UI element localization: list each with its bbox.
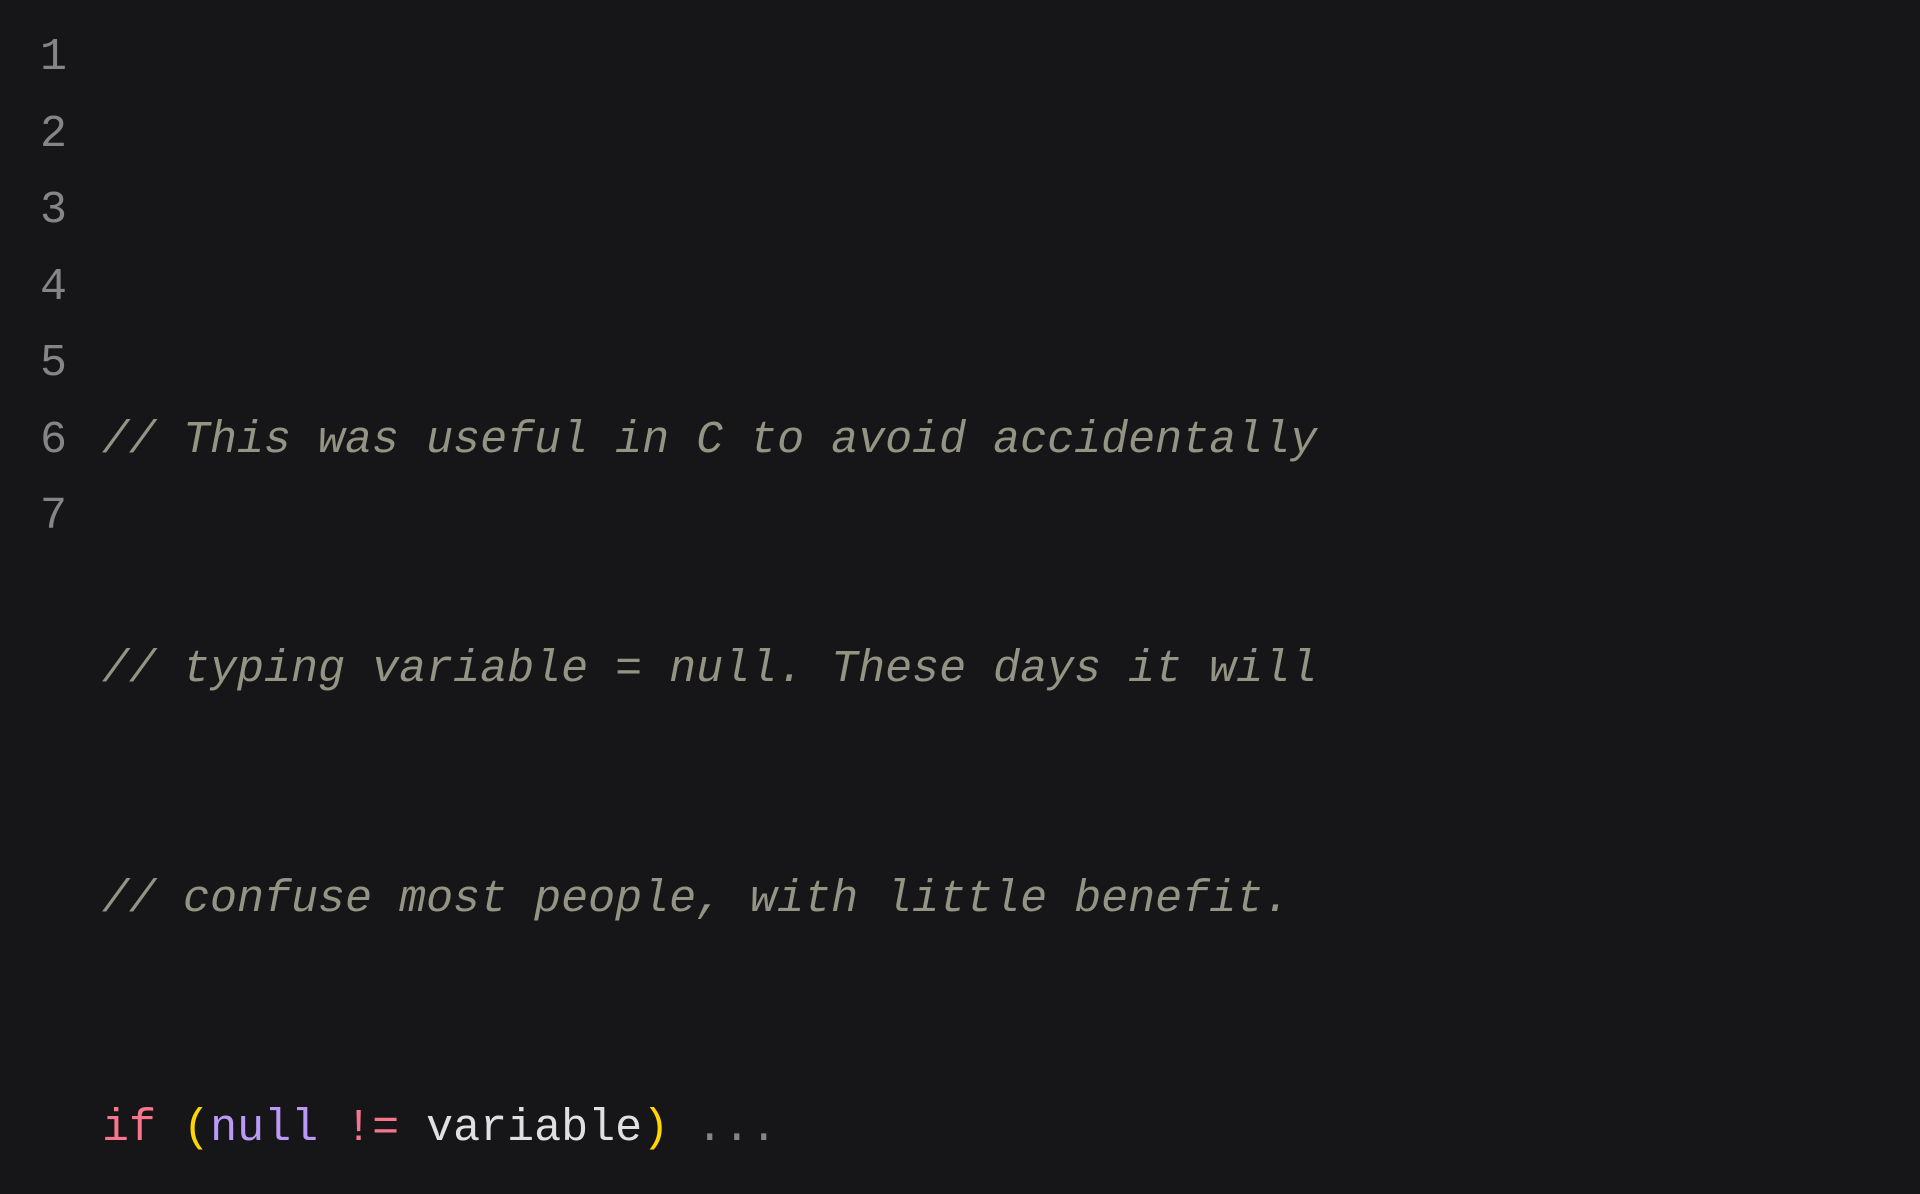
code-line-3: // typing variable = null. These days it…	[102, 632, 1920, 709]
code-line-2: // This was useful in C to avoid acciden…	[102, 403, 1920, 480]
line-number: 4	[40, 250, 67, 327]
code-content[interactable]: // This was useful in C to avoid acciden…	[102, 20, 1920, 1194]
operator-not-equal: !=	[345, 1103, 399, 1154]
paren-close: )	[642, 1103, 669, 1154]
code-line-1	[102, 173, 1920, 250]
comment-text: // confuse most people, with little bene…	[102, 874, 1290, 925]
line-number: 5	[40, 326, 67, 403]
line-number-gutter: 1 2 3 4 5 6 7	[40, 20, 102, 1194]
comment-text: // This was useful in C to avoid acciden…	[102, 415, 1317, 466]
line-number: 1	[40, 20, 67, 97]
line-number: 2	[40, 97, 67, 174]
line-number: 7	[40, 479, 67, 556]
comment-text: // typing variable = null. These days it…	[102, 644, 1317, 695]
null-literal: null	[210, 1103, 318, 1154]
keyword-if: if	[102, 1103, 156, 1154]
code-editor[interactable]: 1 2 3 4 5 6 7 // This was useful in C to…	[40, 20, 1920, 1194]
identifier-variable: variable	[426, 1103, 642, 1154]
line-number: 6	[40, 403, 67, 480]
code-line-5: if (null != variable) ...	[102, 1091, 1920, 1168]
paren-open: (	[183, 1103, 210, 1154]
ellipsis: ...	[696, 1103, 777, 1154]
code-line-4: // confuse most people, with little bene…	[102, 862, 1920, 939]
line-number: 3	[40, 173, 67, 250]
